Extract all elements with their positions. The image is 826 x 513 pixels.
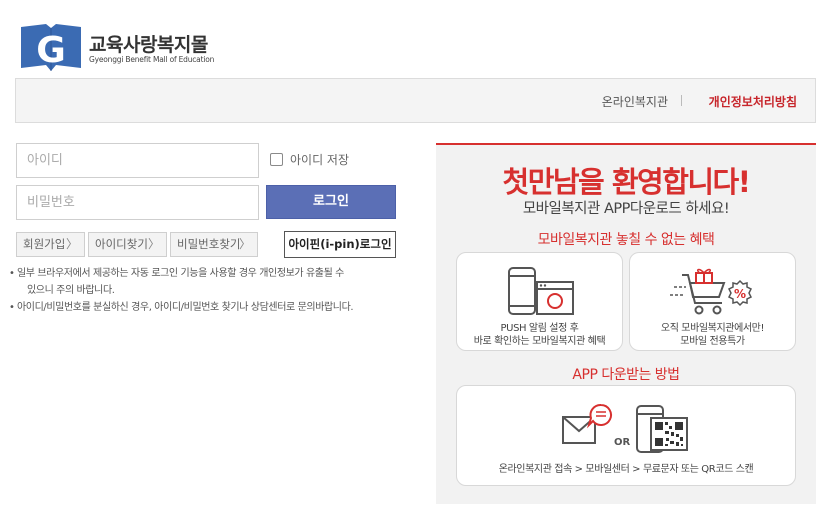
phone-notification-icon [508, 267, 574, 315]
svg-text:%: % [734, 287, 746, 301]
login-notes: • 일부 브라우저에서 제공하는 자동 로그인 기능을 사용할 경우 개인정보가… [9, 265, 414, 316]
save-id-option[interactable]: 아이디 저장 [270, 151, 349, 168]
message-envelope-icon [562, 404, 612, 444]
benefit-card-special-price: % 오직 모바일복지관에서만! 모바일 전용특가 [629, 252, 796, 351]
card-text: PUSH 알림 설정 후 [500, 323, 579, 334]
benefits-title: 모바일복지관 놓칠 수 없는 혜택 [537, 232, 715, 248]
note-item: • 일부 브라우저에서 제공하는 자동 로그인 기능을 사용할 경우 개인정보가… [9, 265, 414, 299]
card-text: 바로 확인하는 모바일복지관 혜택 [473, 336, 606, 347]
note-text: 있으니 주의 바랍니다. [27, 285, 115, 296]
welcome-heading: 첫만남을 환영합니다! [502, 165, 751, 199]
password-input[interactable] [16, 185, 259, 220]
ipin-login-button[interactable]: 아이핀(i-pin)로그인 [284, 231, 396, 258]
chevron-right-icon: 〉 [238, 237, 251, 251]
logo-book-icon: G [21, 24, 81, 71]
top-bar: 온라인복지관 개인정보처리방침 [15, 78, 816, 123]
id-input[interactable] [16, 143, 259, 178]
note-bullet: • [9, 302, 15, 313]
logo-mark-letter: G [36, 30, 66, 71]
link-divider [681, 95, 682, 106]
chevron-right-icon: 〉 [147, 237, 160, 251]
privacy-policy-link[interactable]: 개인정보처리방침 [709, 93, 797, 110]
card-text: 모바일 전용특가 [680, 336, 745, 347]
login-button[interactable]: 로그인 [266, 185, 396, 219]
join-button[interactable]: 회원가입 〉 [16, 232, 85, 257]
logo-subtitle: Gyeonggi Benefit Mall of Education [89, 55, 215, 64]
find-id-button[interactable]: 아이디찾기 〉 [88, 232, 167, 257]
download-instructions: 온라인복지관 접속 > 모바일센터 > 무료문자 또는 QR코드 스캔 [498, 464, 754, 475]
download-method-card: OR 온라인복지관 접속 > 모바일센터 > 무료문자 또는 QR코드 스캔 [456, 385, 796, 486]
find-id-label: 아이디찾기 [95, 237, 148, 251]
promo-subtitle: 모바일복지관 APP다운로드 하세요! [522, 201, 730, 217]
note-text: 일부 브라우저에서 제공하는 자동 로그인 기능을 사용할 경우 개인정보가 유… [17, 268, 344, 279]
download-method-title: APP 다운받는 방법 [572, 367, 680, 383]
logo-title: 교육사랑복지몰 [89, 34, 208, 56]
note-text: 아이디/비밀번호를 분실하신 경우, 아이디/비밀번호 찾기나 상담센터로 문의… [17, 302, 354, 313]
benefit-card-push: PUSH 알림 설정 후 바로 확인하는 모바일복지관 혜택 [456, 252, 623, 351]
site-logo[interactable]: G 교육사랑복지몰 Gyeonggi Benefit Mall of Educa… [20, 24, 230, 74]
note-bullet: • [9, 268, 15, 279]
qr-code-phone-icon [636, 405, 688, 453]
find-password-label: 비밀번호찾기 [177, 237, 241, 251]
save-id-label: 아이디 저장 [290, 153, 350, 167]
card-text: 오직 모바일복지관에서만! [660, 323, 765, 334]
find-password-button[interactable]: 비밀번호찾기 〉 [170, 232, 258, 257]
note-item: • 아이디/비밀번호를 분실하신 경우, 아이디/비밀번호 찾기나 상담센터로 … [9, 299, 414, 316]
chevron-right-icon: 〉 [65, 237, 78, 251]
shopping-cart-discount-icon: % [670, 268, 753, 315]
or-label: OR [614, 437, 631, 448]
mobile-app-promo: 첫만남을 환영합니다! 모바일복지관 APP다운로드 하세요! 모바일복지관 놓… [436, 143, 816, 504]
save-id-checkbox[interactable] [270, 153, 283, 166]
join-label: 회원가입 [23, 237, 66, 251]
online-welfare-link[interactable]: 온라인복지관 [602, 93, 668, 110]
